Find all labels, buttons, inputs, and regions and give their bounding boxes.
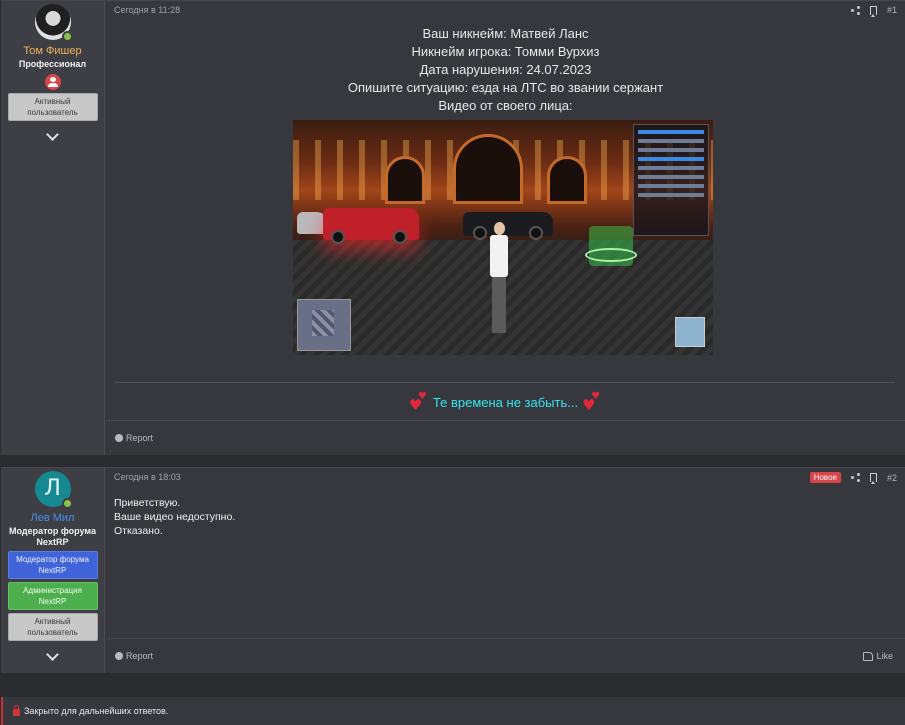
post-line: Дата нарушения: 24.07.2023 — [419, 62, 592, 77]
post-header: Сегодня в 11:28 #1 — [114, 5, 897, 19]
post-2-main: Сегодня в 18:03 Новое #2 Приветствую. Ва… — [106, 468, 905, 673]
online-indicator — [61, 498, 73, 509]
new-badge: Новое — [809, 472, 841, 483]
signature-text: Те времена не забыть... — [432, 394, 579, 410]
user-banner-active: Активный пользователь — [7, 93, 98, 121]
share-icon[interactable] — [850, 5, 860, 15]
post-line: Приветствую. — [114, 497, 181, 509]
video-minimap — [297, 299, 351, 351]
bookmark-icon[interactable] — [869, 473, 877, 484]
user-banner-administration: Администрация NextRP — [7, 582, 98, 610]
online-indicator — [61, 31, 73, 42]
post-line: Видео от своего лица: — [438, 98, 573, 113]
post-footer: Report Like — [106, 638, 905, 673]
like-label: Like — [876, 651, 893, 661]
like-button[interactable]: Like — [863, 651, 893, 661]
video-car — [323, 208, 419, 244]
video-arch — [385, 156, 425, 204]
video-player-portrait — [675, 317, 705, 347]
post-footer: Report — [106, 420, 905, 455]
username[interactable]: Лев Мил — [1, 512, 104, 524]
user-banner-active: Активный пользователь — [7, 613, 98, 641]
thread-closed-notice: Закрыто для дальнейших ответов. — [1, 697, 905, 725]
chevron-down-icon[interactable] — [46, 648, 59, 661]
post-number[interactable]: #1 — [887, 5, 897, 15]
user-banner-moderator: Модератор форума NextRP — [7, 551, 98, 579]
post-1: Том Фишер Профессионал Активный пользова… — [1, 0, 905, 455]
user-title: Модератор форума NextRP — [9, 526, 96, 547]
post-date[interactable]: Сегодня в 11:28 — [114, 5, 180, 15]
post-line: Никнейм игрока: Томми Вурхиз — [411, 44, 600, 59]
post-body: Приветствую. Ваше видео недоступно. Отка… — [114, 496, 235, 538]
post-line: Отказано. — [114, 525, 163, 537]
like-icon — [863, 651, 874, 661]
post-2-user-cell: Л Лев Мил Модератор форума NextRP Модера… — [1, 468, 105, 673]
lock-icon — [13, 705, 20, 716]
avatar-letter: Л — [44, 476, 61, 501]
report-label: Report — [126, 651, 154, 661]
post-line: Ваше видео недоступно. — [114, 511, 236, 523]
signature: ♥ ♥ Те времена не забыть... ♥ ♥ — [106, 391, 905, 414]
post-header-actions: #1 — [850, 5, 897, 17]
post-date[interactable]: Сегодня в 18:03 — [114, 472, 181, 482]
report-icon — [115, 434, 123, 442]
report-label: Report — [126, 433, 154, 443]
video-arch — [453, 134, 523, 204]
post-1-main: Сегодня в 11:28 #1 Ваш никнейм: Матвей Л… — [106, 1, 905, 455]
video-character — [488, 222, 510, 337]
video-hud — [633, 124, 709, 236]
post-1-user-cell: Том Фишер Профессионал Активный пользова… — [1, 1, 105, 455]
username[interactable]: Том Фишер — [1, 45, 104, 57]
post-line: Опишите ситуацию: езда на ЛТС во звании … — [347, 80, 664, 95]
post-header: Сегодня в 18:03 Новое #2 — [114, 472, 897, 486]
chevron-down-icon[interactable] — [46, 128, 59, 141]
signature-divider — [114, 382, 895, 383]
video-marker-ring — [585, 248, 637, 262]
bookmark-icon[interactable] — [869, 5, 877, 17]
video-arch — [547, 156, 587, 204]
post-body: Ваш никнейм: Матвей Ланс Никнейм игрока:… — [106, 25, 905, 115]
user-title: Профессионал — [18, 59, 87, 69]
avatar[interactable] — [34, 4, 73, 42]
post-number[interactable]: #2 — [887, 473, 897, 483]
post-header-actions: Новое #2 — [809, 472, 897, 484]
report-icon — [115, 652, 123, 660]
report-button[interactable]: Report — [115, 651, 153, 661]
hearts-icon: ♥ ♥ — [408, 391, 427, 414]
closed-notice-text: Закрыто для дальнейших ответов. — [24, 706, 169, 716]
avatar[interactable]: Л — [34, 471, 73, 509]
post-2: Л Лев Мил Модератор форума NextRP Модера… — [1, 467, 905, 673]
video-thumbnail[interactable] — [293, 120, 713, 355]
user-icon — [44, 74, 61, 90]
post-line: Ваш никнейм: Матвей Ланс — [422, 26, 589, 41]
report-button[interactable]: Report — [115, 433, 153, 443]
share-icon[interactable] — [850, 473, 860, 482]
hearts-icon: ♥ ♥ — [582, 391, 601, 414]
